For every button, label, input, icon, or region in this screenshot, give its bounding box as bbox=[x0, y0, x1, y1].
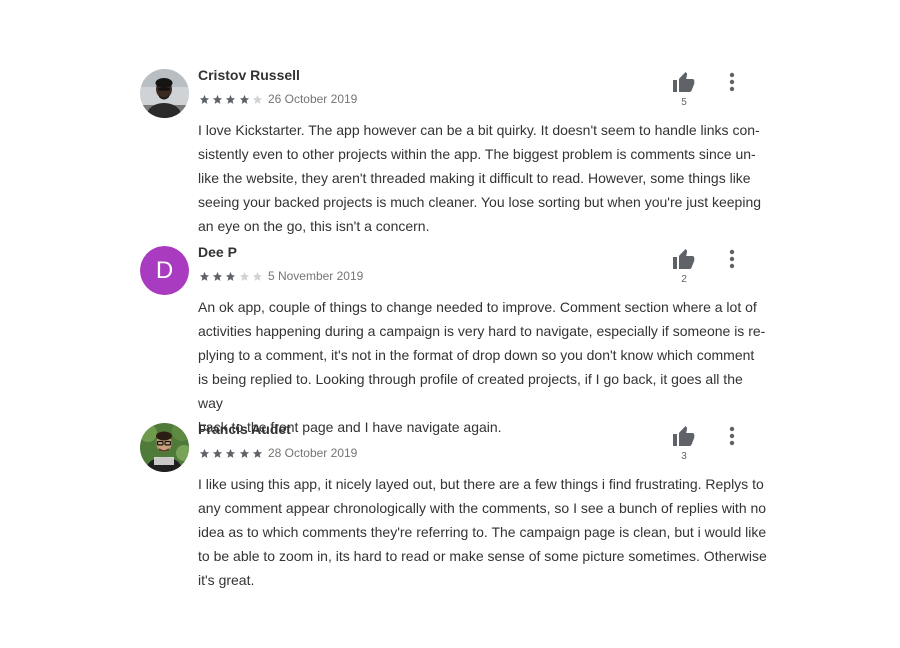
review-text-line: any comment appear chronologically with … bbox=[198, 500, 767, 516]
star-filled-icon bbox=[239, 448, 249, 458]
star-rating bbox=[199, 448, 265, 459]
review-text-line: activities happening during a campaign i… bbox=[198, 323, 766, 339]
review-text-line: An ok app, couple of things to change ne… bbox=[198, 299, 757, 315]
review-date: 28 October 2019 bbox=[267, 446, 358, 460]
review-text-line: plying to a comment, it's not in the for… bbox=[198, 347, 755, 363]
avatar-photo bbox=[140, 69, 189, 118]
review-text: I like using this app, it nicely layed o… bbox=[198, 472, 768, 592]
star-filled-icon bbox=[199, 271, 210, 281]
like-button[interactable] bbox=[672, 248, 696, 270]
star-rating bbox=[199, 271, 265, 282]
more-vertical-icon bbox=[729, 426, 735, 446]
star-filled-icon bbox=[213, 448, 223, 458]
star-filled-icon bbox=[199, 94, 210, 104]
star-empty-icon bbox=[239, 271, 249, 281]
review-meta: 26 October 2019 bbox=[199, 91, 357, 107]
thumbs-up-icon bbox=[673, 249, 695, 269]
more-options-button[interactable] bbox=[722, 71, 742, 93]
star-filled-icon bbox=[226, 448, 236, 458]
avatar[interactable] bbox=[140, 69, 189, 118]
review-meta: 28 October 2019 bbox=[199, 445, 357, 461]
review-text-line: is being replied to. Looking through pro… bbox=[198, 371, 743, 411]
star-filled-icon bbox=[226, 271, 236, 281]
star-filled-icon bbox=[252, 448, 262, 458]
avatar[interactable] bbox=[140, 423, 189, 472]
review-text-line: like the website, they aren't threaded m… bbox=[198, 170, 751, 186]
review-text-line: to be able to zoom in, its hard to read … bbox=[198, 548, 767, 564]
like-count: 2 bbox=[681, 274, 687, 285]
star-filled-icon bbox=[239, 94, 249, 104]
review-date: 26 October 2019 bbox=[267, 92, 358, 106]
review-text-line: I love Kickstarter. The app however can … bbox=[198, 122, 760, 138]
star-filled-icon bbox=[226, 94, 236, 104]
reviewer-name: Francis Audet bbox=[198, 421, 291, 437]
review-text-line: it's great. bbox=[198, 572, 255, 588]
like-count: 3 bbox=[681, 451, 687, 462]
review-text: I love Kickstarter. The app however can … bbox=[198, 118, 768, 238]
thumbs-up-icon bbox=[673, 426, 695, 446]
star-filled-icon bbox=[213, 94, 223, 104]
review-text-line: an eye on the go, this isn't a concern. bbox=[198, 218, 430, 234]
thumbs-up-icon bbox=[673, 72, 695, 92]
like-button[interactable] bbox=[672, 71, 696, 93]
star-filled-icon bbox=[213, 271, 223, 281]
reviewer-name: Cristov Russell bbox=[198, 67, 300, 83]
more-vertical-icon bbox=[729, 72, 735, 92]
reviews-list: Cristov Russell 26 October 2019 5 I love… bbox=[0, 0, 900, 648]
more-vertical-icon bbox=[729, 249, 735, 269]
review-text-line: I like using this app, it nicely layed o… bbox=[198, 476, 764, 492]
review-date: 5 November 2019 bbox=[267, 269, 364, 283]
reviewer-name: Dee P bbox=[198, 244, 237, 260]
star-empty-icon bbox=[252, 94, 262, 104]
more-options-button[interactable] bbox=[722, 248, 742, 270]
review-text: An ok app, couple of things to change ne… bbox=[198, 295, 768, 439]
star-filled-icon bbox=[199, 448, 210, 458]
review-meta: 5 November 2019 bbox=[199, 268, 363, 284]
review-text-line: idea as to which comments they're referr… bbox=[198, 524, 767, 540]
star-rating bbox=[199, 94, 265, 105]
avatar-letter: D bbox=[140, 246, 189, 295]
more-options-button[interactable] bbox=[722, 425, 742, 447]
avatar[interactable]: D bbox=[140, 246, 189, 295]
like-count: 5 bbox=[681, 97, 687, 108]
review-text-line: sistently even to other projects within … bbox=[198, 146, 756, 162]
star-empty-icon bbox=[252, 271, 262, 281]
review-text-line: seeing your backed projects is much clea… bbox=[198, 194, 762, 210]
like-button[interactable] bbox=[672, 425, 696, 447]
avatar-photo bbox=[140, 423, 189, 472]
